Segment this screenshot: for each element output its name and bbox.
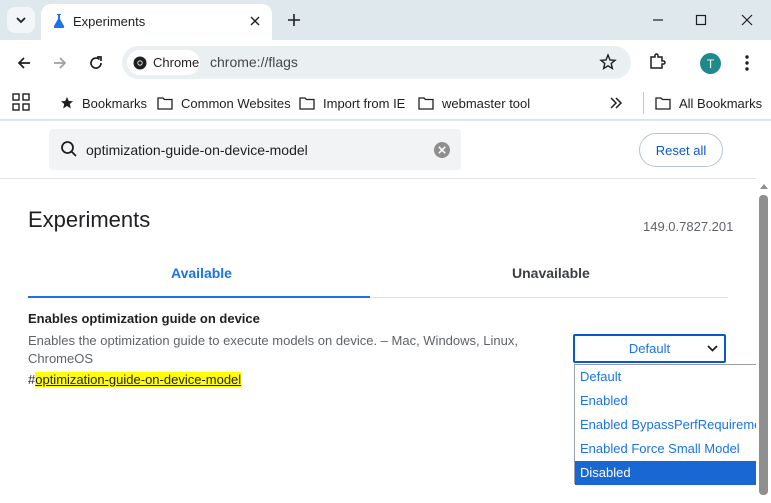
- apps-grid-icon[interactable]: [12, 93, 30, 111]
- bookmark-label: Common Websites: [181, 95, 291, 111]
- maximize-button[interactable]: [689, 8, 713, 32]
- back-button[interactable]: [12, 51, 36, 75]
- bookmarks-bar: Bookmarks Common Websites Import from IE…: [0, 86, 771, 120]
- divider: [643, 92, 644, 114]
- close-window-button[interactable]: [735, 8, 759, 32]
- flag-state-dropdown: Default Enabled Enabled BypassPerfRequir…: [574, 364, 771, 485]
- chevron-double-right-icon[interactable]: [609, 97, 623, 109]
- minimize-icon: [653, 19, 663, 21]
- folder-icon: [157, 97, 173, 110]
- arrow-right-icon: [54, 57, 67, 69]
- plus-icon: [288, 14, 300, 26]
- version-label: 149.0.7827.201: [643, 219, 734, 234]
- maximize-icon: [695, 14, 707, 26]
- chip-label: Chrome: [153, 55, 200, 70]
- bookmark-label: Import from IE: [323, 95, 406, 111]
- search-header: optimization-guide-on-device-model Reset…: [0, 121, 771, 179]
- tab-search-button[interactable]: [7, 7, 35, 33]
- all-bookmarks-label: All Bookmarks: [679, 95, 763, 111]
- minimize-button[interactable]: [646, 8, 670, 32]
- forward-button[interactable]: [48, 51, 72, 75]
- scroll-up-arrow-icon[interactable]: [760, 183, 768, 189]
- close-icon: [741, 14, 753, 26]
- arrow-left-icon: [17, 57, 30, 69]
- flags-page: optimization-guide-on-device-model Reset…: [0, 121, 771, 503]
- bookmark-folder[interactable]: webmaster tool: [418, 92, 530, 114]
- avatar[interactable]: T: [700, 53, 721, 74]
- option-enabled-bypass[interactable]: Enabled BypassPerfRequirement: [575, 413, 771, 437]
- toolbar: Chrome chrome://flags T: [0, 40, 771, 86]
- tab-close-button[interactable]: [246, 12, 264, 30]
- flag-link-text[interactable]: optimization-guide-on-device-model: [35, 372, 242, 387]
- scroll-thumb[interactable]: [759, 195, 768, 495]
- option-enabled[interactable]: Enabled: [575, 389, 771, 413]
- scrollbar[interactable]: [756, 121, 771, 503]
- all-bookmarks-button[interactable]: All Bookmarks: [655, 92, 762, 114]
- address-bar[interactable]: Chrome chrome://flags: [122, 46, 631, 79]
- reload-icon: [90, 56, 102, 69]
- chevron-down-icon: [16, 17, 26, 24]
- reset-all-button[interactable]: Reset all: [639, 133, 723, 167]
- url-text: chrome://flags: [210, 54, 298, 70]
- bookmark-folder[interactable]: Common Websites: [157, 92, 291, 114]
- chrome-logo-icon: [133, 56, 147, 69]
- search-icon: [61, 141, 77, 157]
- tab-strip: Experiments: [0, 0, 771, 40]
- bookmark-star-icon[interactable]: [599, 53, 617, 71]
- select-value: Default: [628, 341, 671, 356]
- bookmark-label: Bookmarks: [82, 95, 148, 111]
- page-title: Experiments: [28, 207, 151, 232]
- flags-tabs: Available Unavailable: [28, 251, 728, 298]
- bookmark-item[interactable]: Bookmarks: [60, 92, 147, 114]
- option-enabled-force-small[interactable]: Enabled Force Small Model: [575, 437, 771, 461]
- search-value: optimization-guide-on-device-model: [86, 142, 308, 158]
- option-default[interactable]: Default: [575, 365, 771, 389]
- more-vertical-icon[interactable]: [737, 53, 757, 73]
- flag-title: Enables optimization guide on device: [28, 311, 260, 326]
- clear-search-icon[interactable]: [433, 141, 451, 159]
- folder-icon: [299, 97, 315, 110]
- site-info-chip[interactable]: Chrome: [127, 50, 200, 75]
- puzzle-icon[interactable]: [647, 52, 667, 72]
- reload-button[interactable]: [84, 51, 108, 75]
- active-tab-indicator: [28, 296, 370, 298]
- star-icon: [61, 97, 73, 109]
- new-tab-button[interactable]: [283, 9, 305, 31]
- bookmark-label: webmaster tool: [442, 95, 531, 111]
- flag-description: Enables the optimization guide to execut…: [28, 333, 518, 366]
- search-input[interactable]: optimization-guide-on-device-model: [49, 129, 461, 170]
- folder-icon: [655, 97, 671, 110]
- bookmark-folder[interactable]: Import from IE: [299, 92, 405, 114]
- close-icon: [250, 16, 260, 26]
- flag-permalink[interactable]: #optimization-guide-on-device-model: [28, 372, 242, 387]
- folder-icon: [418, 97, 434, 110]
- active-tab[interactable]: Experiments: [41, 4, 272, 40]
- flag-state-select[interactable]: Default: [573, 334, 726, 363]
- flask-icon: [53, 14, 65, 28]
- tab-unavailable[interactable]: Unavailable: [512, 265, 590, 281]
- tab-title: Experiments: [73, 14, 146, 29]
- option-disabled[interactable]: Disabled: [575, 461, 771, 485]
- chevron-down-icon: [707, 345, 718, 352]
- tab-available[interactable]: Available: [171, 265, 232, 281]
